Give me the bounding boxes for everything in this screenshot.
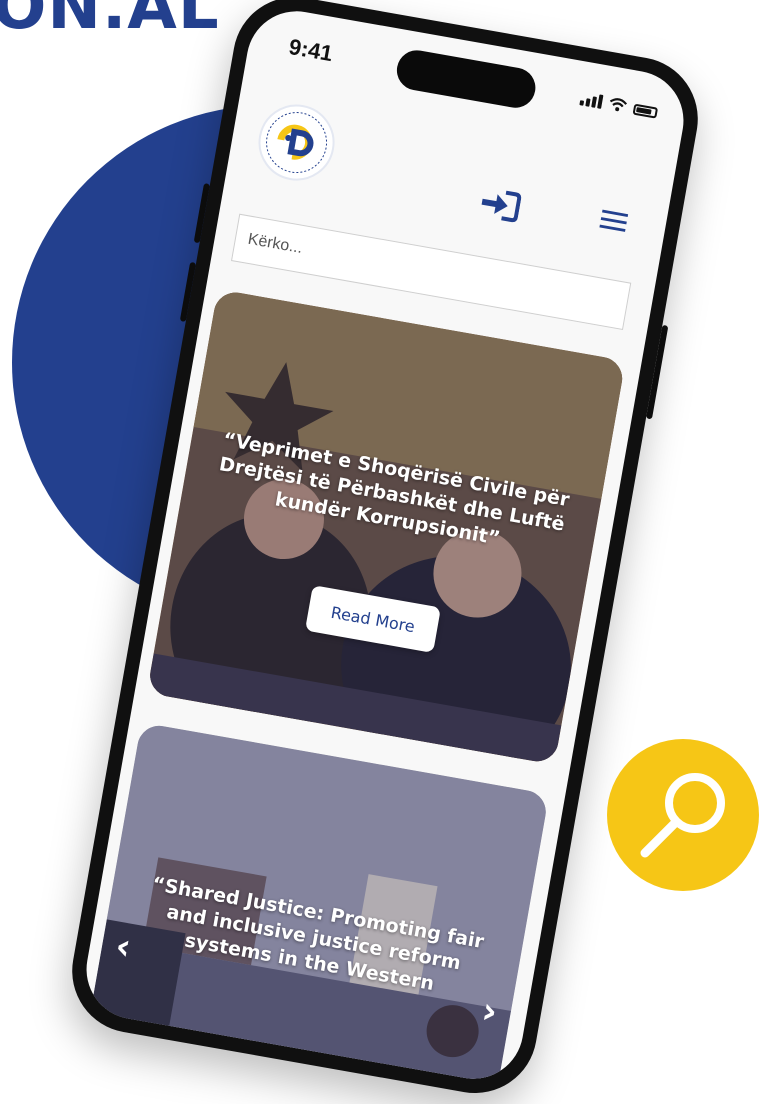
brand-wordmark: ON.AL [0,0,220,44]
battery-icon [632,103,659,119]
status-icons [579,91,659,119]
logo-icon [266,112,328,174]
news-card[interactable]: “Veprimet e Shoqërisë Civile për Drejtës… [146,289,626,765]
magnifier-badge [607,739,759,891]
magnifier-icon [640,773,725,858]
cso-logo[interactable] [252,98,341,187]
dynamic-island [393,47,539,111]
signal-icon [579,91,604,109]
hamburger-menu-icon[interactable] [597,206,631,235]
status-time: 9:41 [286,33,335,67]
wifi-icon [609,98,628,112]
login-arrow-icon[interactable] [477,186,522,224]
